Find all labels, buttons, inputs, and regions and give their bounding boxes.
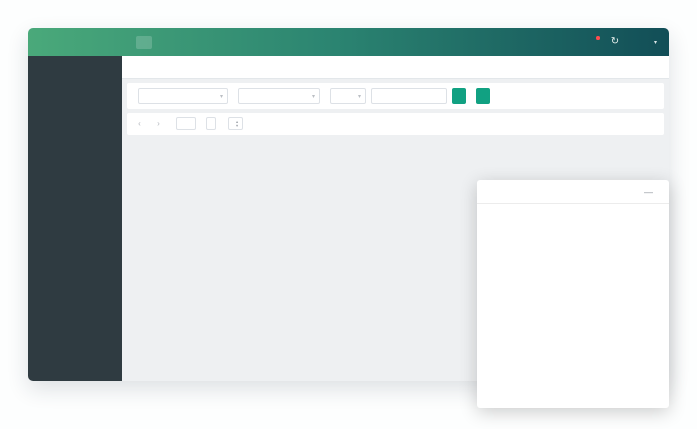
search-input[interactable] xyxy=(371,88,447,104)
trigger-device-select[interactable]: ▾ xyxy=(238,88,320,104)
top-header: ↻ ▾ xyxy=(28,28,669,56)
tab-bar xyxy=(122,56,669,79)
bell-icon[interactable] xyxy=(588,36,600,48)
view-modal: — xyxy=(477,180,669,408)
chevron-down-icon: ▾ xyxy=(220,93,223,100)
updown-caret-icon: ▴▾ xyxy=(236,120,238,127)
fullscreen-icon[interactable] xyxy=(630,36,642,48)
minimize-icon[interactable]: — xyxy=(644,189,653,195)
task-status-select[interactable]: ▾ xyxy=(330,88,366,104)
page: ↻ ▾ xyxy=(0,0,697,429)
notification-badge xyxy=(596,36,600,40)
pagination: ‹ › ▴▾ xyxy=(127,113,664,135)
goto-confirm-button[interactable] xyxy=(206,117,216,130)
chevron-down-icon: ▾ xyxy=(358,93,361,100)
chevron-down-icon: ▾ xyxy=(312,93,315,100)
sidebar xyxy=(28,56,122,381)
region-select[interactable]: ▾ xyxy=(138,88,228,104)
next-page-icon[interactable]: › xyxy=(152,117,165,130)
user-menu[interactable]: ▾ xyxy=(651,39,657,46)
chevron-down-icon: ▾ xyxy=(654,39,657,46)
prev-page-icon[interactable]: ‹ xyxy=(133,117,146,130)
search-button[interactable] xyxy=(452,88,466,104)
modal-header: — xyxy=(477,180,669,204)
header-right: ↻ ▾ xyxy=(546,36,657,48)
filter-bar: ▾ ▾ ▾ xyxy=(127,83,664,109)
sidebar-collapse-button[interactable] xyxy=(136,36,152,49)
page-size-select[interactable]: ▴▾ xyxy=(228,117,243,130)
add-link-task-button[interactable] xyxy=(476,88,490,104)
task-table-card: ‹ › ▴▾ xyxy=(127,113,664,135)
goto-page-input[interactable] xyxy=(176,117,196,130)
refresh-icon[interactable]: ↻ xyxy=(609,36,621,48)
help-icon[interactable] xyxy=(567,36,579,48)
modal-body xyxy=(477,204,669,408)
